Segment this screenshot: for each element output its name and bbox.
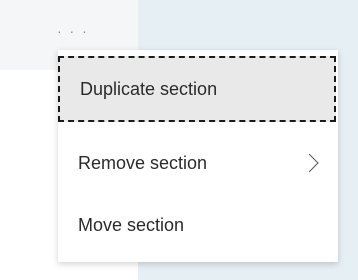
menu-item-label: Move section <box>78 214 185 235</box>
menu-item-label: Remove section <box>78 152 208 173</box>
chevron-right-icon <box>300 153 319 173</box>
menu-item-duplicate-section[interactable]: Duplicate section <box>58 56 336 122</box>
more-options-button[interactable]: · · · <box>57 24 101 44</box>
menu-item-move-section[interactable]: Move section <box>58 194 338 256</box>
menu-item-remove-section[interactable]: Remove section <box>58 132 338 194</box>
page: · · · Duplicate section Remove section M… <box>0 0 358 280</box>
section-context-menu: Duplicate section Remove section Move se… <box>58 50 338 262</box>
menu-item-label: Duplicate section <box>80 78 218 99</box>
